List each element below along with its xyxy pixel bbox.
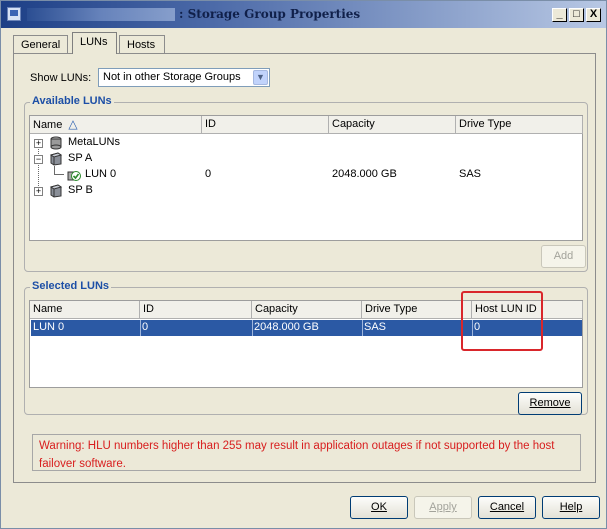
tab-general[interactable]: General <box>13 35 68 54</box>
title-bar[interactable]: : Storage Group Properties _ □ X <box>1 1 606 28</box>
apply-button[interactable]: Apply <box>414 496 472 519</box>
available-luns-header: Name △ ID Capacity Drive Type <box>30 116 583 134</box>
row-divider <box>140 320 141 336</box>
lun-0-id: 0 <box>205 168 212 180</box>
storage-group-properties-dialog: : Storage Group Properties _ □ X General… <box>0 0 607 529</box>
tree-connector <box>38 142 39 186</box>
lun-0-drive-type: SAS <box>459 168 482 180</box>
row-drive-type: SAS <box>364 321 387 333</box>
column-header-capacity[interactable]: Capacity <box>329 116 456 134</box>
show-luns-select[interactable]: Not in other Storage Groups ▼ <box>98 68 270 87</box>
tree-item-lun-0[interactable]: LUN 0 <box>85 168 116 180</box>
column-name-label: Name <box>33 119 63 131</box>
luns-tab-panel: Show LUNs: Not in other Storage Groups ▼… <box>13 53 596 483</box>
tree-connector <box>54 166 55 174</box>
row-divider <box>362 320 363 336</box>
available-luns-group: Available LUNs Name △ ID Capacity Drive … <box>24 95 588 272</box>
help-button[interactable]: Help <box>542 496 600 519</box>
available-luns-table[interactable]: Name △ ID Capacity Drive Type + MetaLUNs <box>29 115 583 241</box>
tree-connector <box>54 174 64 175</box>
tab-hosts-label: Hosts <box>127 39 156 51</box>
minimize-icon: _ <box>556 8 563 20</box>
collapse-sp-a-icon[interactable]: − <box>34 155 43 164</box>
tab-luns-label: LUNs <box>80 36 108 48</box>
host-lun-id-highlight <box>461 291 543 351</box>
row-capacity: 2048.000 GB <box>254 321 319 333</box>
column-header-capacity[interactable]: Capacity <box>252 301 362 319</box>
chevron-down-icon[interactable]: ▼ <box>253 70 268 85</box>
maximize-icon: □ <box>573 8 580 20</box>
tree-item-sp-a[interactable]: SP A <box>68 152 92 164</box>
selected-luns-legend: Selected LUNs <box>30 280 112 292</box>
show-luns-label: Show LUNs: <box>30 72 92 84</box>
tab-luns[interactable]: LUNs <box>72 32 117 54</box>
cancel-button[interactable]: Cancel <box>478 496 536 519</box>
tree-item-sp-b[interactable]: SP B <box>68 184 93 196</box>
remove-button[interactable]: Remove <box>518 392 582 415</box>
tab-hosts[interactable]: Hosts <box>119 35 165 54</box>
row-id: 0 <box>142 321 149 333</box>
row-divider <box>252 320 253 336</box>
storage-processor-icon <box>49 184 63 198</box>
remove-button-label: Remove <box>529 397 571 409</box>
minimize-button[interactable]: _ <box>552 8 567 22</box>
close-button[interactable]: X <box>586 8 601 22</box>
add-button[interactable]: Add <box>541 245 586 268</box>
column-header-id[interactable]: ID <box>140 301 252 319</box>
available-luns-legend: Available LUNs <box>30 95 114 107</box>
tree-item-metaluns[interactable]: MetaLUNs <box>68 136 120 148</box>
cancel-button-label: Cancel <box>489 501 525 513</box>
window-title: : Storage Group Properties <box>179 7 361 21</box>
column-header-id[interactable]: ID <box>202 116 329 134</box>
column-header-name[interactable]: Name △ <box>30 116 202 134</box>
row-name: LUN 0 <box>33 321 65 333</box>
hlu-warning-message: Warning: HLU numbers higher than 255 may… <box>32 434 581 471</box>
app-icon <box>7 7 21 21</box>
ok-button[interactable]: OK <box>350 496 408 519</box>
column-header-name[interactable]: Name <box>30 301 140 319</box>
storage-processor-icon <box>49 152 63 166</box>
redacted-title-prefix <box>27 8 175 21</box>
ok-button-label: OK <box>371 501 387 513</box>
apply-button-label: Apply <box>429 501 457 513</box>
expand-metaluns-icon[interactable]: + <box>34 139 43 148</box>
add-button-label: Add <box>553 250 574 262</box>
help-button-label: Help <box>559 501 583 513</box>
tab-general-label: General <box>21 39 61 51</box>
database-icon <box>49 136 63 150</box>
maximize-button[interactable]: □ <box>569 8 584 22</box>
column-header-drive-type[interactable]: Drive Type <box>362 301 472 319</box>
show-luns-selected-value: Not in other Storage Groups <box>103 71 241 83</box>
sort-ascending-icon[interactable]: △ <box>68 117 77 131</box>
column-header-drive-type[interactable]: Drive Type <box>456 116 583 134</box>
lun-0-capacity: 2048.000 GB <box>332 168 397 180</box>
lun-check-icon <box>67 168 81 182</box>
expand-sp-b-icon[interactable]: + <box>34 187 43 196</box>
close-icon: X <box>589 8 598 20</box>
